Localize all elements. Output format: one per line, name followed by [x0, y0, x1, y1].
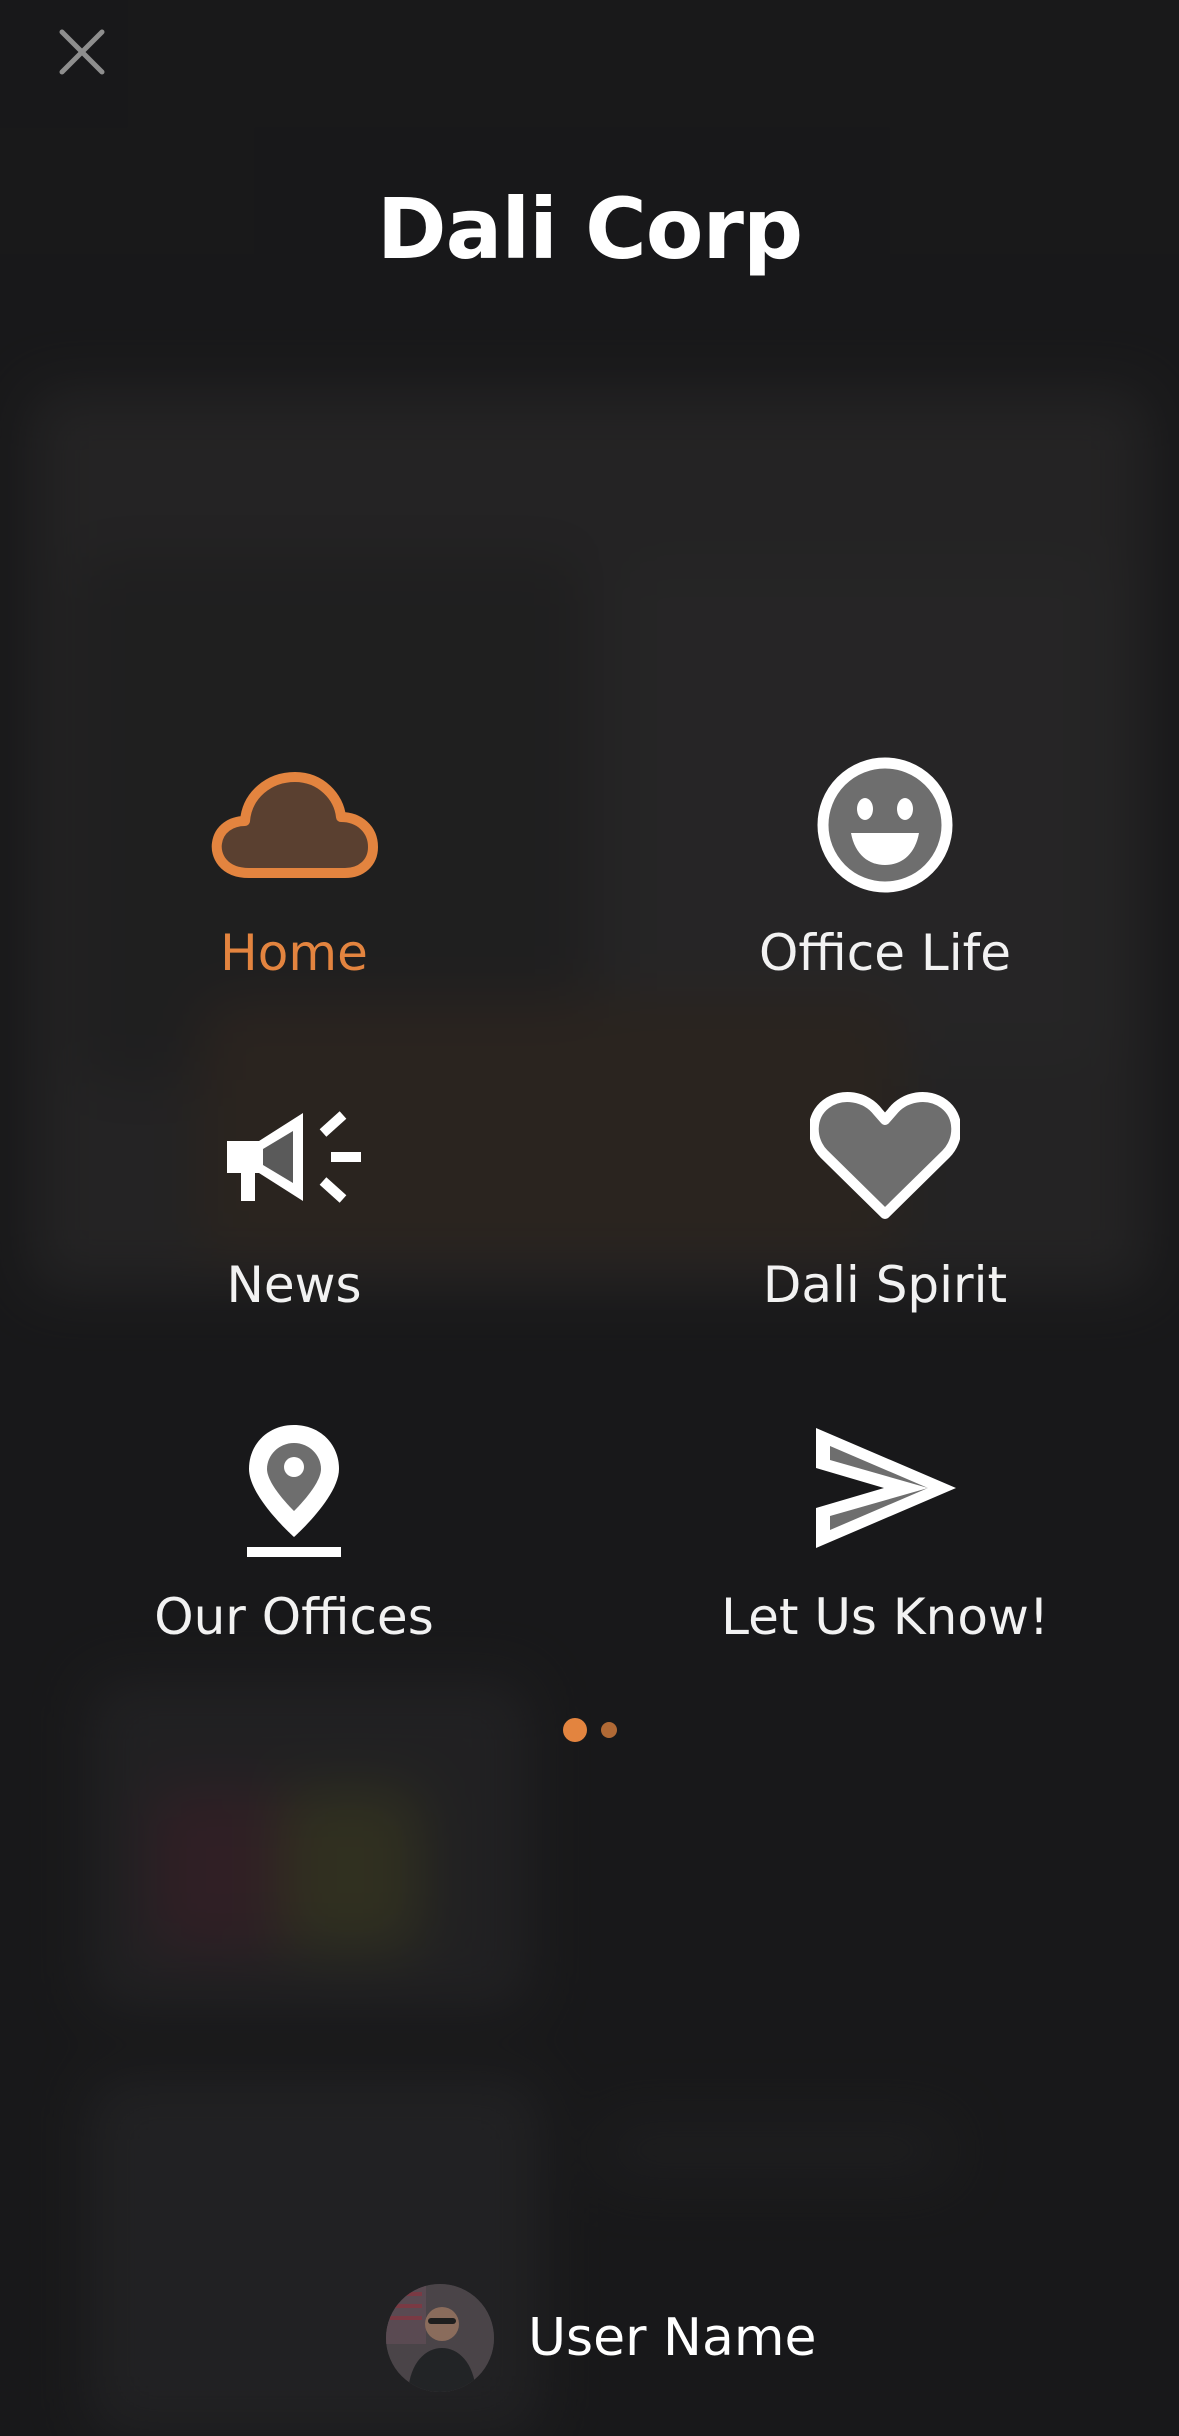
menu-label-let-us-know: Let Us Know!: [721, 1588, 1049, 1646]
cloud-icon: [204, 750, 384, 900]
menu-item-news[interactable]: News: [84, 1082, 504, 1382]
menu-item-our-offices[interactable]: Our Offices: [84, 1414, 504, 1714]
megaphone-icon: [204, 1082, 384, 1232]
menu-label-office-life: Office Life: [759, 924, 1011, 982]
menu-item-let-us-know[interactable]: Let Us Know!: [675, 1414, 1095, 1714]
page-dot[interactable]: [600, 1722, 617, 1738]
close-button[interactable]: [52, 22, 112, 82]
page-dot-active[interactable]: [562, 1718, 587, 1742]
menu-item-dali-spirit[interactable]: Dali Spirit: [675, 1082, 1095, 1382]
page-indicator: [0, 1718, 1179, 1742]
menu-item-office-life[interactable]: Office Life: [675, 750, 1095, 1050]
menu-label-our-offices: Our Offices: [154, 1588, 434, 1646]
user-name: User Name: [528, 2308, 817, 2368]
menu-label-news: News: [226, 1256, 362, 1314]
menu-label-home: Home: [220, 924, 368, 982]
app-title: Dali Corp: [376, 180, 803, 278]
menu-item-home[interactable]: Home: [84, 750, 504, 1050]
heart-icon: [795, 1082, 975, 1232]
close-icon: [59, 29, 105, 75]
avatar: [386, 2284, 494, 2392]
location-pin-icon: [204, 1414, 384, 1564]
user-profile[interactable]: User Name: [386, 2284, 816, 2392]
smiley-icon: [795, 750, 975, 900]
send-icon: [795, 1414, 975, 1564]
menu-label-dali-spirit: Dali Spirit: [762, 1256, 1008, 1314]
